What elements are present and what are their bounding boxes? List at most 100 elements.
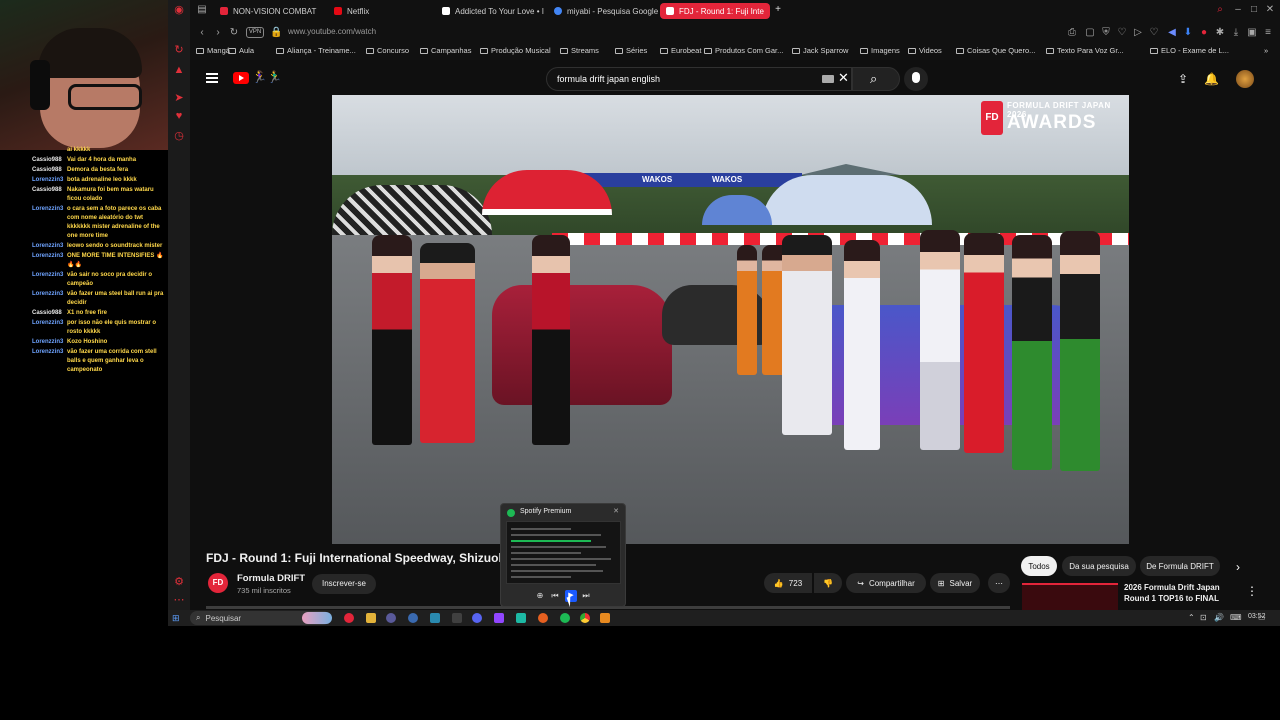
windows-start-icon[interactable]: ⊞: [172, 613, 182, 623]
recommendation-menu-icon[interactable]: ⋮: [1246, 584, 1258, 598]
vscode-icon[interactable]: [430, 613, 440, 623]
youtube-logo-icon[interactable]: [233, 72, 249, 84]
tab-icon[interactable]: ▢: [1084, 27, 1096, 39]
bookmark-item[interactable]: Aula: [228, 46, 254, 55]
tab-non-vision-combat[interactable]: NON-VISION COMBAT: [214, 3, 326, 19]
menu-icon[interactable]: ≡: [1262, 27, 1274, 39]
maximize-icon[interactable]: □: [1248, 4, 1260, 16]
steam-icon[interactable]: [408, 613, 418, 623]
heart-icon[interactable]: ♡: [1148, 27, 1160, 39]
bookmark-item[interactable]: Jack Sparrow: [792, 46, 848, 55]
chip-all[interactable]: Todos: [1021, 556, 1057, 576]
tab-fdj-round-1[interactable]: FDJ - Round 1: Fuji Inte: [660, 3, 770, 19]
back-icon[interactable]: ‹: [196, 27, 208, 39]
discord-icon[interactable]: [472, 613, 482, 623]
chevron-right-icon[interactable]: ›: [1236, 560, 1240, 574]
more-actions-button[interactable]: ⋯: [988, 573, 1010, 593]
bookmark-item[interactable]: Videos: [908, 46, 942, 55]
video-player[interactable]: WAKOS WAKOS FD FORMULA DRIFT JAPAN 2026 …: [332, 95, 1129, 544]
opera-gx-icon[interactable]: [344, 613, 354, 623]
bookmark-item[interactable]: Texto Para Voz Gr...: [1046, 46, 1124, 55]
bookmark-item[interactable]: Produção Musical: [480, 46, 551, 55]
search-tabs-icon[interactable]: ⌕: [1214, 4, 1226, 16]
hamburger-menu-icon[interactable]: [206, 73, 218, 83]
send-icon[interactable]: ➤: [173, 92, 185, 104]
avatar[interactable]: [1236, 70, 1254, 88]
download-icon[interactable]: ⬇: [1182, 27, 1194, 39]
bookmark-item[interactable]: Campanhas: [420, 46, 471, 55]
opera-logo-icon[interactable]: ◉: [173, 4, 185, 16]
notifications-bell-icon[interactable]: 🔔: [1204, 72, 1219, 86]
bookmark-item[interactable]: Eurobeat: [660, 46, 701, 55]
keyboard-icon[interactable]: [822, 75, 834, 83]
spotify-taskbar-icon[interactable]: [560, 613, 570, 623]
history-icon[interactable]: ↻: [173, 44, 185, 56]
youtube-doodle[interactable]: 🏃‍♀️🏃‍♂️: [252, 70, 282, 84]
share-button[interactable]: ↪ Compartilhar: [846, 573, 926, 593]
notifications-icon[interactable]: ▭: [1258, 613, 1266, 622]
next-track-icon[interactable]: ⏭: [581, 591, 591, 601]
like-button[interactable]: 👍 723: [764, 573, 812, 593]
channel-avatar[interactable]: FD: [208, 573, 228, 593]
record-icon[interactable]: ●: [1198, 27, 1210, 39]
search-highlight-icon[interactable]: [302, 612, 332, 624]
screenshot-icon[interactable]: ⎙: [1066, 27, 1078, 39]
more-icon[interactable]: ⋯: [173, 594, 185, 606]
forward-icon[interactable]: ›: [212, 27, 224, 39]
shield-icon[interactable]: ⛨: [1100, 27, 1112, 39]
chip-from-channel[interactable]: De Formula DRIFT: [1140, 556, 1220, 576]
play-icon[interactable]: ▷: [1132, 27, 1144, 39]
vpn-badge[interactable]: VPN: [246, 27, 264, 38]
tab-addicted-to-your-love[interactable]: Addicted To Your Love • I: [436, 3, 546, 19]
bookmark-item[interactable]: ELO - Exame de L...: [1150, 46, 1229, 55]
language-icon[interactable]: ⌨: [1230, 613, 1242, 622]
url-field[interactable]: www.youtube.com/watch: [288, 27, 376, 36]
minimize-icon[interactable]: –: [1232, 4, 1244, 16]
bookmark-icon[interactable]: ♡: [1116, 27, 1128, 39]
previous-track-icon[interactable]: ⏮: [550, 591, 560, 601]
app-green-icon[interactable]: [516, 613, 526, 623]
extension-vk-icon[interactable]: ◀: [1166, 27, 1178, 39]
bookmark-item[interactable]: Séries: [615, 46, 647, 55]
twitch-icon[interactable]: [494, 613, 504, 623]
bookmark-item[interactable]: Produtos Com Gar...: [704, 46, 783, 55]
tab-google-search[interactable]: miyabi - Pesquisa Google: [548, 3, 658, 19]
tray-chevron-icon[interactable]: ⌃: [1188, 613, 1195, 622]
subscribe-button[interactable]: Inscrever-se: [312, 574, 376, 594]
tab-menu-icon[interactable]: ▤: [196, 4, 208, 16]
bag-icon[interactable]: ▲: [173, 64, 185, 76]
media-player-icon[interactable]: [386, 613, 396, 623]
voice-search-button[interactable]: [904, 67, 928, 91]
file-explorer-icon[interactable]: [366, 613, 376, 623]
profile-icon[interactable]: ▣: [1246, 27, 1258, 39]
search-button[interactable]: ⌕: [852, 67, 900, 91]
new-tab-icon[interactable]: +: [772, 4, 784, 16]
add-to-library-icon[interactable]: ⊕: [535, 591, 545, 601]
chip-from-your-search[interactable]: Da sua pesquisa: [1062, 556, 1136, 576]
recommendation-thumbnail[interactable]: [1022, 583, 1118, 610]
search-input[interactable]: [546, 67, 852, 91]
recommendation-title[interactable]: 2026 Formula Drift Japan Round 1 TOP16 t…: [1124, 582, 1224, 604]
spotify-window-thumbnail[interactable]: [506, 521, 621, 584]
bookmark-item[interactable]: Imagens: [860, 46, 900, 55]
network-icon[interactable]: ⊡: [1200, 613, 1207, 622]
save-button[interactable]: ⊞ Salvar: [930, 573, 980, 593]
bookmark-item[interactable]: Mangá: [196, 46, 230, 55]
dislike-button[interactable]: 👎: [814, 573, 842, 593]
heart-icon[interactable]: ♥: [173, 110, 185, 122]
bookmarks-overflow-icon[interactable]: »: [1264, 46, 1268, 55]
spotify-taskbar-preview[interactable]: Spotify Premium ✕ ⊕ ⏮ ▶ ⏭: [500, 503, 626, 607]
reload-icon[interactable]: ↻: [228, 27, 240, 39]
downloads-icon[interactable]: ⤓: [1230, 27, 1242, 39]
bookmark-item[interactable]: Concurso: [366, 46, 409, 55]
tab-netflix[interactable]: Netflix: [328, 3, 432, 19]
bookmark-item[interactable]: Aliança - Treiname...: [276, 46, 356, 55]
bookmark-item[interactable]: Streams: [560, 46, 599, 55]
chrome-icon[interactable]: [580, 613, 590, 623]
obs-icon[interactable]: [600, 613, 610, 623]
extensions-icon[interactable]: ✱: [1214, 27, 1226, 39]
upload-icon[interactable]: ⇪: [1176, 72, 1190, 86]
clear-search-icon[interactable]: ✕: [838, 70, 849, 86]
lock-icon[interactable]: 🔒: [270, 27, 282, 39]
close-preview-icon[interactable]: ✕: [613, 507, 619, 515]
